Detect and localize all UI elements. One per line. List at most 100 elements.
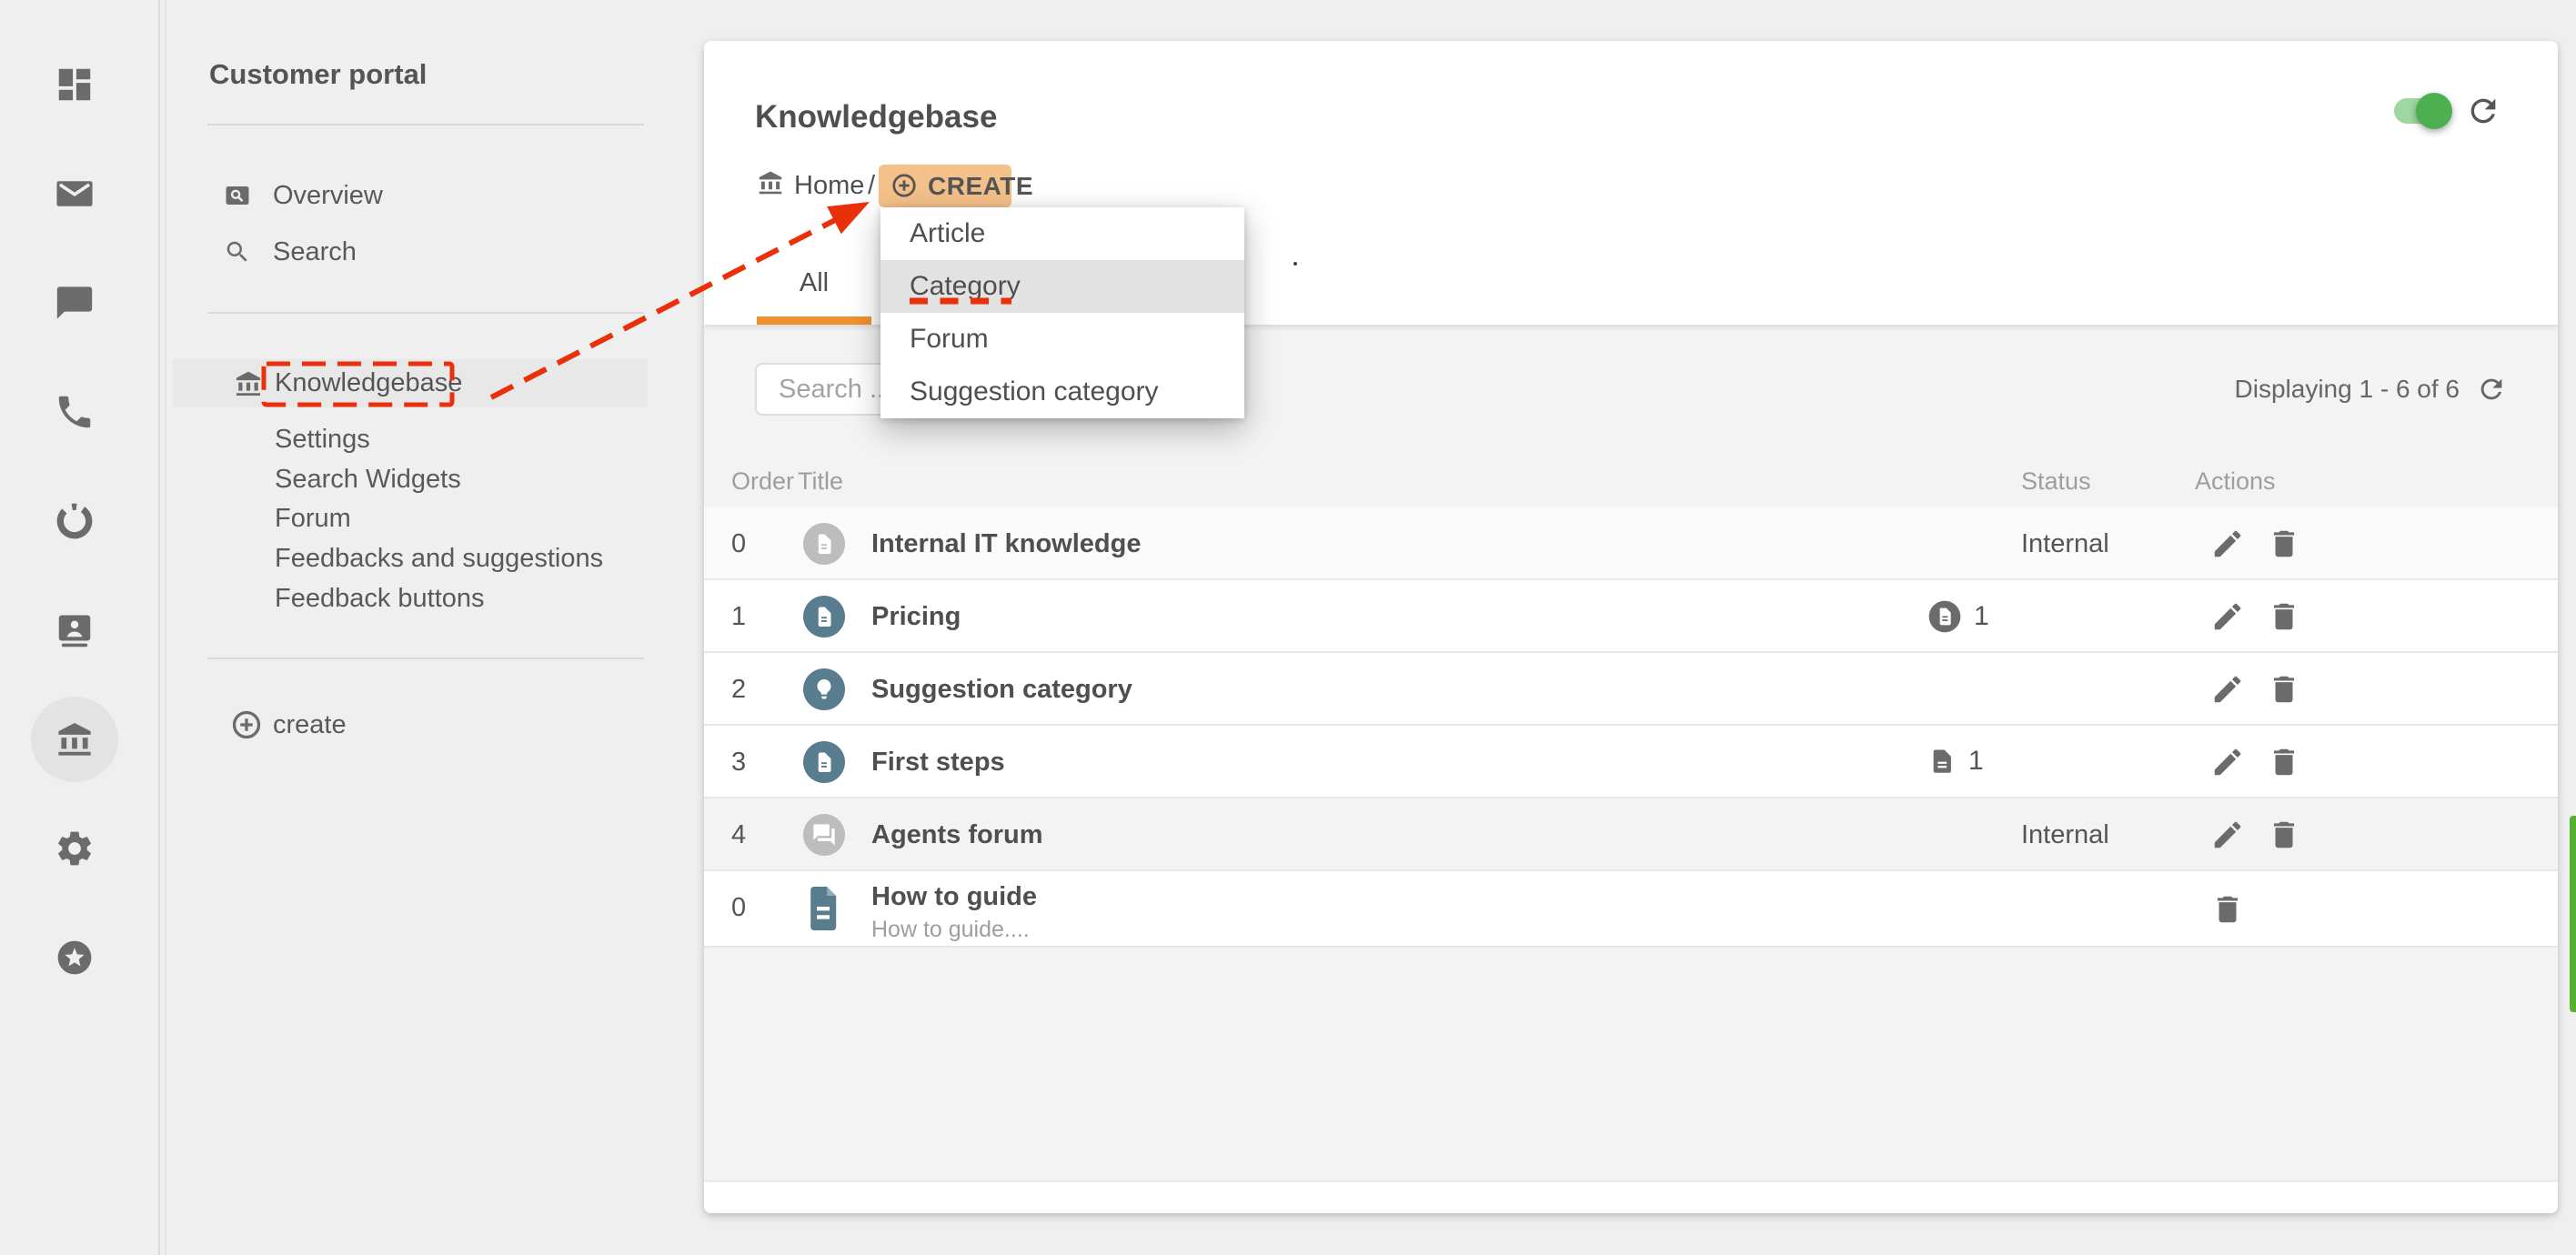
article-count-badge: 1	[1927, 598, 1989, 635]
settings-icon[interactable]	[54, 828, 96, 869]
edit-icon[interactable]	[2210, 818, 2245, 852]
row-title[interactable]: Pricing	[871, 580, 961, 653]
row-order: 0	[731, 529, 747, 558]
refresh-icon[interactable]	[2465, 93, 2501, 129]
badge-count: 1	[1974, 601, 1989, 631]
lightbulb-icon	[810, 676, 838, 703]
sidebar-item-feedback-buttons[interactable]: Feedback buttons	[275, 578, 639, 618]
sidebar-item-label: Search	[273, 237, 357, 266]
sidebar-item-feedbacks[interactable]: Feedbacks and suggestions	[275, 538, 639, 578]
delete-icon[interactable]	[2267, 527, 2301, 561]
menu-item-category[interactable]: Category	[880, 260, 1244, 313]
article-count-badge: 1	[1927, 744, 1984, 778]
edit-icon[interactable]	[2210, 672, 2245, 707]
create-dropdown-menu: Article Category Forum Suggestion catego…	[880, 207, 1244, 418]
row-order: 1	[731, 602, 747, 631]
delete-icon[interactable]	[2267, 599, 2301, 634]
category-avatar	[803, 814, 845, 856]
row-order: 3	[731, 748, 747, 777]
breadcrumb-home-link[interactable]: Home	[794, 171, 864, 201]
sidebar-item-label: Knowledgebase	[275, 368, 463, 397]
sidebar-item-create[interactable]: create	[173, 703, 648, 747]
sync-icon[interactable]	[54, 500, 96, 542]
knowledgebase-icon[interactable]	[54, 718, 96, 760]
category-avatar	[803, 523, 845, 565]
row-title[interactable]: How to guide	[871, 882, 1037, 912]
table-row[interactable]: 2 Suggestion category	[704, 653, 2558, 726]
category-avatar	[803, 596, 845, 638]
sidebar-item-forum[interactable]: Forum	[275, 498, 639, 538]
table-row[interactable]: 0 How to guide How to guide....	[704, 871, 2558, 948]
sidebar-item-settings[interactable]: Settings	[275, 419, 639, 459]
plus-circle-icon	[230, 708, 263, 741]
table-row[interactable]: 3 First steps 1	[704, 726, 2558, 798]
table-row[interactable]: 1 Pricing 1	[704, 580, 2558, 653]
tab-all[interactable]: All	[757, 268, 871, 298]
create-button[interactable]: CREATE	[879, 165, 1033, 207]
delete-icon[interactable]	[2210, 892, 2245, 927]
refresh-list-icon[interactable]	[2476, 374, 2507, 405]
table-row[interactable]: 0 Internal IT knowledge Internal	[704, 507, 2558, 580]
delete-icon[interactable]	[2267, 672, 2301, 707]
document-icon	[1933, 749, 1951, 773]
row-title[interactable]: First steps	[871, 726, 1005, 798]
plus-circle-icon	[891, 172, 918, 199]
search-icon	[224, 238, 251, 266]
forum-icon	[811, 822, 837, 848]
rewards-star-icon[interactable]	[54, 937, 96, 979]
sidebar-item-search-widgets[interactable]: Search Widgets	[275, 459, 639, 499]
sidebar-item-knowledgebase[interactable]: Knowledgebase	[173, 359, 648, 407]
delete-icon[interactable]	[2267, 818, 2301, 852]
chat-icon[interactable]	[54, 282, 96, 324]
menu-item-forum[interactable]: Forum	[880, 313, 1244, 366]
delete-icon[interactable]	[2267, 745, 2301, 779]
sidebar-item-search[interactable]: Search	[173, 229, 648, 275]
recording-indicator-bar	[2570, 816, 2576, 1012]
document-icon	[810, 530, 838, 557]
stray-dot	[1293, 262, 1297, 266]
divider	[207, 124, 644, 126]
article-document-icon	[810, 887, 837, 930]
edit-icon[interactable]	[2210, 527, 2245, 561]
dashboard-icon[interactable]	[54, 64, 96, 105]
column-order: Order	[731, 467, 795, 495]
row-order: 0	[731, 893, 747, 922]
document-icon	[810, 748, 838, 776]
row-title[interactable]: Internal IT knowledge	[871, 507, 1142, 580]
pagination-info: Displaying 1 - 6 of 6	[2235, 363, 2507, 416]
divider	[207, 658, 644, 659]
sidebar-item-overview[interactable]: Overview	[173, 173, 648, 218]
row-title[interactable]: Suggestion category	[871, 653, 1132, 726]
badge-count: 1	[1968, 746, 1984, 776]
enable-toggle[interactable]	[2394, 93, 2452, 129]
pageview-icon	[224, 182, 251, 209]
category-avatar	[803, 741, 845, 783]
table-header: Order Title Status Actions	[704, 455, 2558, 509]
edit-icon[interactable]	[2210, 745, 2245, 779]
page-title: Knowledgebase	[755, 99, 998, 135]
app-window: Customer portal Overview Search Knowledg…	[0, 0, 2576, 1255]
toggle-knob	[2416, 93, 2452, 129]
row-order: 2	[731, 675, 747, 704]
edit-icon[interactable]	[2210, 599, 2245, 634]
active-tab-indicator	[757, 316, 871, 325]
table-body: 0 Internal IT knowledge Internal 1 Prici	[704, 507, 2558, 948]
table-row[interactable]: 4 Agents forum Internal	[704, 798, 2558, 871]
sidebar-item-label: create	[273, 710, 347, 739]
menu-item-article[interactable]: Article	[880, 207, 1244, 260]
rail-divider	[158, 0, 160, 1255]
displaying-text: Displaying 1 - 6 of 6	[2234, 375, 2460, 403]
document-icon	[810, 603, 838, 630]
breadcrumb-separator: /	[868, 171, 876, 200]
home-bank-icon	[756, 168, 785, 197]
icon-rail	[0, 0, 173, 1255]
mail-icon[interactable]	[54, 173, 96, 215]
row-title[interactable]: Agents forum	[871, 798, 1043, 871]
phone-icon[interactable]	[54, 391, 96, 433]
contacts-icon[interactable]	[54, 609, 96, 651]
column-title: Title	[798, 467, 844, 495]
menu-item-suggestion-category[interactable]: Suggestion category	[880, 366, 1244, 418]
document-circle-icon	[1928, 600, 1961, 633]
column-actions: Actions	[2195, 467, 2276, 495]
status-label: Internal	[2021, 529, 2109, 558]
